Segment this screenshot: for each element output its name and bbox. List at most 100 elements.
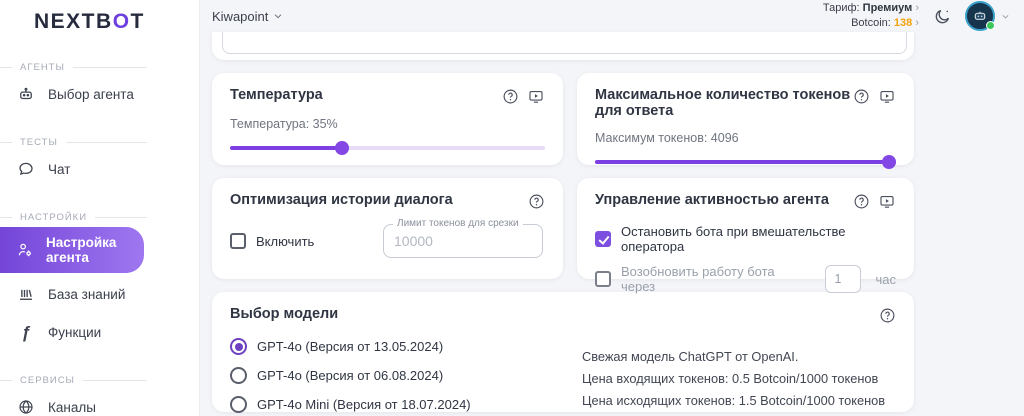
checkbox-label: Возобновить работу бота через <box>621 264 775 294</box>
model-pricing-info: Свежая модель ChatGPT от OpenAI. Цена вх… <box>582 332 896 416</box>
field-label: Лимит токенов для срезки <box>393 218 523 229</box>
text-input-partial[interactable] <box>222 32 907 54</box>
workspace-dropdown[interactable]: Kiwapoint <box>212 9 283 24</box>
resume-bot-row: Возобновить работу бота через час <box>595 264 896 294</box>
user-gear-icon <box>16 240 34 260</box>
slider-value-label: Температура: 35% <box>230 117 338 131</box>
help-icon[interactable] <box>852 192 870 210</box>
card-title: Выбор модели <box>230 306 339 322</box>
logo-text-2: T <box>130 10 145 33</box>
stop-bot-checkbox[interactable] <box>595 231 611 247</box>
chevron-down-icon <box>1001 12 1010 21</box>
workspace-name: Kiwapoint <box>212 8 269 24</box>
function-icon: ƒ <box>21 322 31 342</box>
main-header: Kiwapoint Тариф: Премиум › Botcoin: 138 … <box>212 0 1024 32</box>
botcoin-value: 138 <box>893 17 913 29</box>
sidebar-item-chat[interactable]: Чат <box>0 152 199 186</box>
video-tutorial-icon[interactable] <box>878 87 896 105</box>
radio-label: GPT-4o (Версия от 06.08.2024) <box>257 368 444 383</box>
sidebar-item-agent-select[interactable]: Выбор агента <box>0 77 199 111</box>
resume-hours-input[interactable] <box>825 265 862 293</box>
slider-value-label: Максимум токенов: 4096 <box>595 131 739 145</box>
help-icon[interactable] <box>501 87 519 105</box>
sidebar: NEXTBOT АГЕНТЫ Выбор агента ТЕСТЫ Чат НА… <box>0 0 200 416</box>
help-icon[interactable] <box>527 192 545 210</box>
section-tests: ТЕСТЫ <box>0 137 199 148</box>
logo[interactable]: NEXTBOT <box>0 0 199 34</box>
tariff-link[interactable]: Тариф: Премиум › <box>823 1 919 16</box>
info-line: Цена со своим GPT API-key: 0.01 BotCoin … <box>582 411 896 416</box>
chevron-right-icon: › <box>915 2 919 15</box>
botcoin-label: Botcoin: <box>851 17 891 29</box>
sidebar-item-agent-settings[interactable]: Настройка агента <box>0 227 144 273</box>
model-option-gpt4o-0608[interactable]: GPT-4o (Версия от 06.08.2024) <box>230 361 582 390</box>
section-label: СЕРВИСЫ <box>20 375 75 386</box>
botcoin-link[interactable]: Botcoin: 138 › <box>823 16 919 31</box>
section-label: АГЕНТЫ <box>20 62 65 73</box>
agent-activity-card: Управление активностью агента Остановить… <box>577 178 914 294</box>
user-menu[interactable] <box>965 1 1010 31</box>
sidebar-item-label: Функции <box>48 324 102 340</box>
main-area: Kiwapoint Тариф: Премиум › Botcoin: 138 … <box>200 0 1024 416</box>
sidebar-item-label: Каналы <box>48 399 96 415</box>
temperature-card: Температура Температура: 35% <box>212 73 563 165</box>
radio-selected[interactable] <box>230 338 247 355</box>
enable-checkbox-row: Включить <box>230 233 314 249</box>
token-limit-field: Лимит токенов для срезки <box>383 218 543 258</box>
section-services: СЕРВИСЫ <box>0 375 199 386</box>
chat-bubble-icon <box>16 159 36 179</box>
model-options: GPT-4o (Версия от 13.05.2024) GPT-4o (Ве… <box>230 332 582 416</box>
card-title: Максимальное количество токенов для отве… <box>595 87 851 119</box>
tariff-value: Премиум <box>862 2 913 15</box>
info-line: Свежая модель ChatGPT от OpenAI. <box>582 349 799 364</box>
info-line: Цена входящих токенов: 0.5 Botcoin/1000 … <box>582 370 879 386</box>
robot-icon <box>16 84 36 104</box>
tariff-label: Тариф: <box>822 2 860 15</box>
scrolled-card-partial <box>212 32 914 60</box>
section-agents: АГЕНТЫ <box>0 62 199 73</box>
online-status-dot <box>986 21 995 30</box>
sidebar-item-label: Настройка агента <box>46 235 117 265</box>
sidebar-item-label: Выбор агента <box>48 86 134 102</box>
logo-accent-letter: O <box>112 10 131 33</box>
radio-unselected[interactable] <box>230 367 247 384</box>
card-title: Температура <box>230 87 323 103</box>
settings-content: Температура Температура: 35% Максимально… <box>212 32 1024 416</box>
slider-thumb[interactable] <box>335 141 350 155</box>
radio-label: GPT-4o (Версия от 13.05.2024) <box>257 339 444 354</box>
resume-bot-checkbox[interactable] <box>595 271 611 287</box>
checkbox-label: Остановить бота при вмешательстве операт… <box>621 224 846 254</box>
radio-unselected[interactable] <box>230 396 247 413</box>
video-tutorial-icon[interactable] <box>878 192 896 210</box>
info-line: Цена исходящих токенов: 1.5 Botcoin/1000… <box>582 392 886 408</box>
max-tokens-slider[interactable] <box>595 155 896 169</box>
avatar <box>965 1 995 31</box>
moon-icon <box>933 7 952 26</box>
dark-mode-toggle[interactable] <box>931 5 953 27</box>
token-limit-input[interactable] <box>384 225 542 257</box>
card-title: Управление активностью агента <box>595 192 829 208</box>
model-option-gpt4o-1305[interactable]: GPT-4o (Версия от 13.05.2024) <box>230 332 582 361</box>
sidebar-item-functions[interactable]: ƒ Функции <box>0 315 199 349</box>
app-root: NEXTBOT АГЕНТЫ Выбор агента ТЕСТЫ Чат НА… <box>0 0 1024 416</box>
sidebar-item-channels[interactable]: Каналы <box>0 390 199 416</box>
model-option-gpt4o-mini[interactable]: GPT-4o Mini (Версия от 18.07.2024) <box>230 390 582 416</box>
help-icon[interactable] <box>878 306 896 324</box>
sidebar-item-knowledge-base[interactable]: База знаний <box>0 277 199 311</box>
radio-label: GPT-4o Mini (Версия от 18.07.2024) <box>257 397 471 412</box>
max-tokens-card: Максимальное количество токенов для отве… <box>577 73 914 169</box>
history-optimization-card: Оптимизация истории диалога Включить Лим… <box>212 178 563 279</box>
library-icon <box>16 284 36 304</box>
stop-bot-row: Остановить бота при вмешательстве операт… <box>595 224 896 254</box>
model-selection-card: Выбор модели GPT-4o (Версия от 13.05.202… <box>212 292 914 416</box>
logo-text-1: NEXTB <box>34 10 113 33</box>
video-tutorial-icon[interactable] <box>527 87 545 105</box>
section-settings: НАСТРОЙКИ <box>0 212 199 223</box>
temperature-slider[interactable] <box>230 141 545 155</box>
account-plan-block: Тариф: Премиум › Botcoin: 138 › <box>823 1 919 31</box>
chevron-down-icon <box>273 11 283 21</box>
help-icon[interactable] <box>852 87 870 105</box>
section-label: НАСТРОЙКИ <box>20 212 88 223</box>
slider-thumb[interactable] <box>882 155 896 169</box>
enable-checkbox[interactable] <box>230 233 246 249</box>
